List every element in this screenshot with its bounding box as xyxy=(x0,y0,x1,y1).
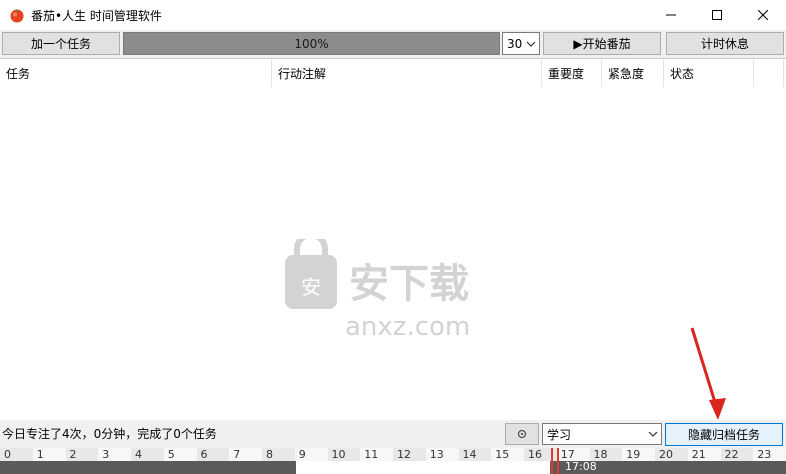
close-icon xyxy=(758,10,768,20)
timeline-hour-19: 19 xyxy=(622,448,655,461)
timeline-hour-15: 15 xyxy=(491,448,524,461)
gear-icon xyxy=(518,430,526,438)
category-value: 学习 xyxy=(547,427,572,442)
timeline-hour-2: 2 xyxy=(65,448,99,461)
column-urgency[interactable]: 紧急度 xyxy=(602,59,664,87)
timeline-hour-8: 8 xyxy=(262,448,295,461)
timeline-hour-23: 23 xyxy=(753,448,786,461)
timeline-gap xyxy=(296,461,550,474)
current-time-marker xyxy=(551,448,553,474)
minutes-select[interactable]: 30 xyxy=(502,32,540,55)
column-filler xyxy=(754,59,784,87)
current-time-marker-2 xyxy=(557,448,559,474)
column-task[interactable]: 任务 xyxy=(0,59,272,87)
minutes-value: 30 xyxy=(507,36,523,51)
timeline-hour-0: 0 xyxy=(0,448,33,461)
day-timeline: 0 1 2 3 4 5 6 7 8 9 10 11 12 13 14 15 16 17 18 19 20 21 22 23 1… xyxy=(0,448,786,474)
progress-label: 100% xyxy=(294,36,329,51)
timeline-elapsed-bar xyxy=(0,461,296,474)
settings-button[interactable] xyxy=(505,423,539,445)
daily-summary: 今日专注了4次，0分钟，完成了0个任务 xyxy=(2,427,217,441)
timeline-hour-22: 22 xyxy=(720,448,754,461)
minimize-button[interactable] xyxy=(648,0,694,30)
chevron-down-icon xyxy=(526,41,536,47)
timeline-hour-9: 9 xyxy=(294,448,328,461)
tomato-app-icon xyxy=(10,9,24,23)
start-pomodoro-button[interactable]: ▶开始番茄 xyxy=(543,32,661,55)
timeline-hour-11: 11 xyxy=(360,448,393,461)
timeline-hour-12: 12 xyxy=(393,448,426,461)
task-list[interactable]: 任务 行动注解 重要度 紧急度 状态 安 安下载 anxz.com xyxy=(0,58,786,420)
watermark-text-cn: 安下载 xyxy=(349,261,469,307)
watermark: 安 安下载 anxz.com xyxy=(285,239,470,339)
watermark-text-en: anxz.com xyxy=(345,312,470,339)
timeline-hour-10: 10 xyxy=(327,448,361,461)
title-bar: 番茄•人生 时间管理软件 xyxy=(0,0,786,30)
window-title: 番茄•人生 时间管理软件 xyxy=(31,9,162,23)
toolbar: 加一个任务 100% 30 ▶开始番茄 计时休息 xyxy=(0,30,786,58)
add-task-button[interactable]: 加一个任务 xyxy=(2,32,120,55)
timeline-hour-21: 21 xyxy=(687,448,721,461)
minimize-icon xyxy=(666,14,676,16)
maximize-icon xyxy=(712,10,722,20)
current-time-label: 17:08 xyxy=(565,460,597,473)
column-action-note[interactable]: 行动注解 xyxy=(272,59,542,87)
category-select[interactable]: 学习 xyxy=(542,423,662,445)
timeline-hour-14: 14 xyxy=(458,448,492,461)
column-status[interactable]: 状态 xyxy=(664,59,754,87)
timeline-hour-1: 1 xyxy=(32,448,66,461)
timeline-hour-20: 20 xyxy=(655,448,688,461)
pomodoro-progress-bar: 100% xyxy=(123,32,500,55)
chevron-down-icon xyxy=(648,431,658,437)
close-button[interactable] xyxy=(740,0,786,30)
timeline-hour-6: 6 xyxy=(196,448,230,461)
status-bar: 今日专注了4次，0分钟，完成了0个任务 学习 隐藏归档任务 xyxy=(0,420,786,448)
hide-archived-button[interactable]: 隐藏归档任务 xyxy=(665,423,783,446)
timeline-hour-5: 5 xyxy=(163,448,197,461)
timeline-hour-3: 3 xyxy=(98,448,131,461)
timeline-hour-4: 4 xyxy=(131,448,164,461)
maximize-button[interactable] xyxy=(694,0,740,30)
column-importance[interactable]: 重要度 xyxy=(542,59,602,87)
timeline-hour-13: 13 xyxy=(425,448,459,461)
svg-text:安: 安 xyxy=(301,275,321,299)
break-timer-button[interactable]: 计时休息 xyxy=(666,32,784,55)
timeline-hour-7: 7 xyxy=(229,448,262,461)
